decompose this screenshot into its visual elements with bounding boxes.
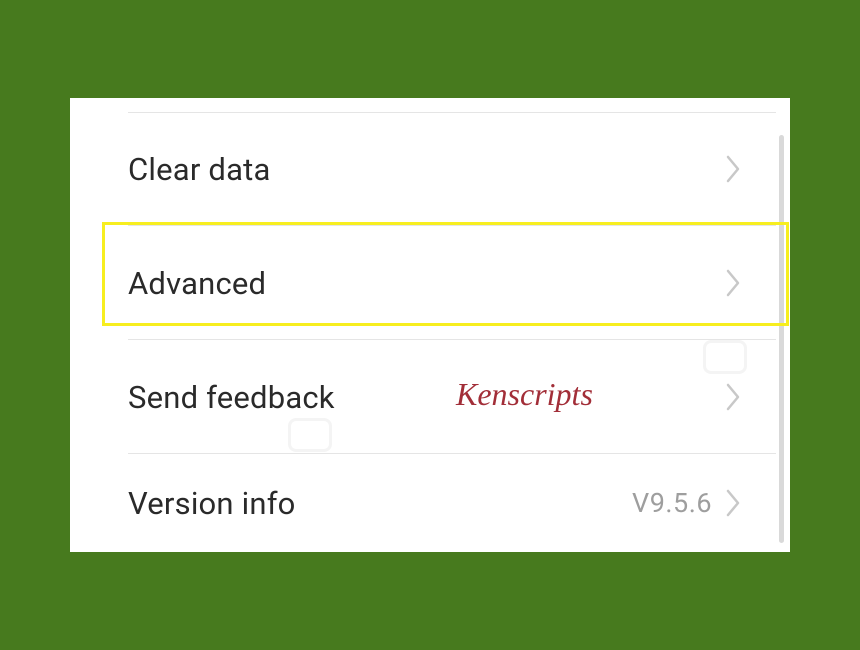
chevron-right-icon: [726, 383, 742, 411]
chevron-right-icon: [726, 489, 742, 517]
settings-item-label: Clear data: [128, 151, 271, 188]
settings-item-value: V9.5.6: [632, 487, 712, 519]
settings-item-version-info[interactable]: Version info V9.5.6: [70, 454, 790, 552]
settings-item-label: Version info: [128, 485, 296, 522]
settings-item-send-feedback[interactable]: Send feedback: [70, 340, 790, 454]
settings-item-advanced[interactable]: Advanced: [70, 226, 790, 340]
chevron-right-icon: [726, 155, 742, 183]
settings-item-label: Advanced: [128, 265, 266, 302]
settings-item-clear-data[interactable]: Clear data: [70, 112, 790, 226]
chevron-right-icon: [726, 269, 742, 297]
settings-item-label: Send feedback: [128, 379, 335, 416]
settings-panel: Clear data Advanced Send feedback Versio…: [70, 98, 790, 552]
